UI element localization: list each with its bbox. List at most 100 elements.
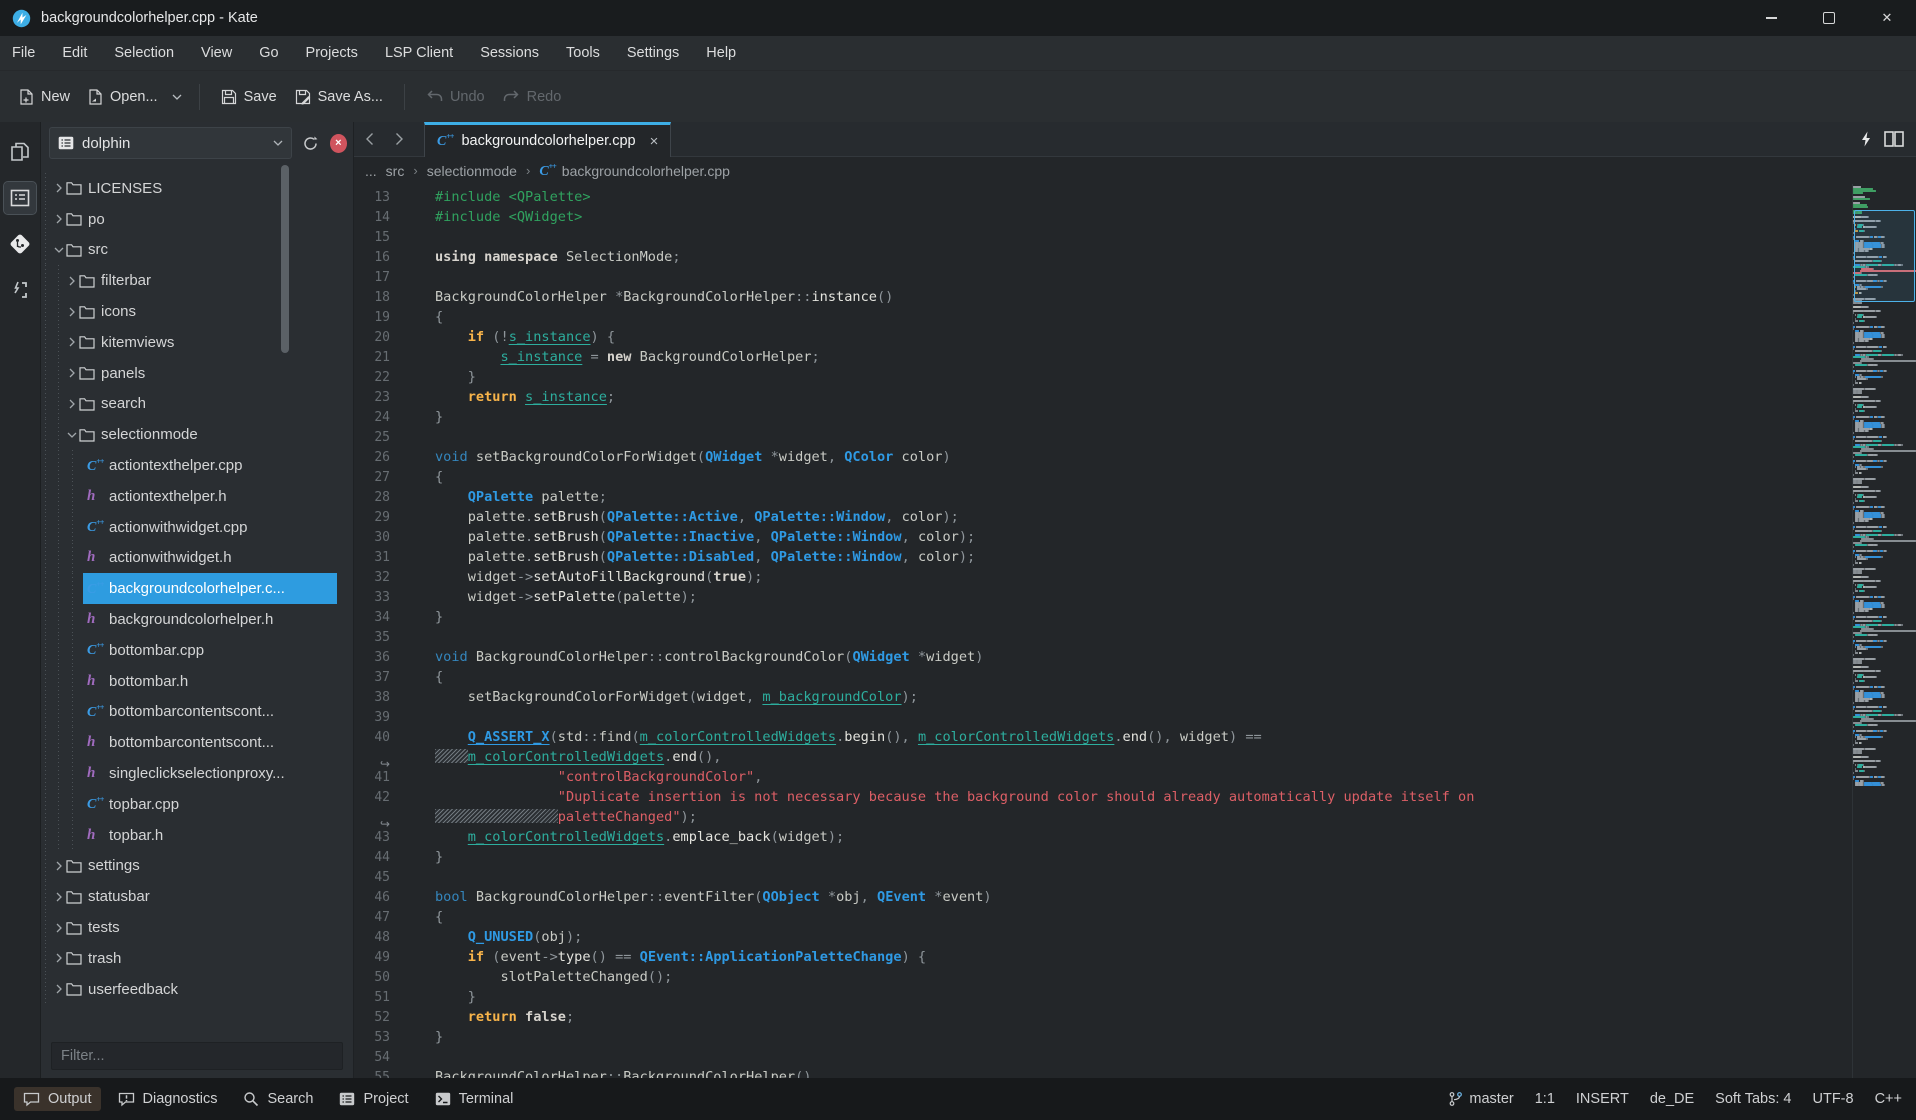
chevron-right-icon[interactable] <box>51 891 66 903</box>
tree-item-statusbar[interactable]: statusbar <box>41 881 301 912</box>
reload-project-button[interactable] <box>300 131 322 155</box>
tree-indent-guide <box>58 512 59 543</box>
tree-item-filterbar[interactable]: filterbar <box>41 265 314 296</box>
project-selector-combo[interactable]: dolphin <box>49 127 292 159</box>
input-mode-status[interactable]: INSERT <box>1576 1091 1629 1107</box>
chevron-right-icon[interactable] <box>51 860 66 872</box>
tree-item-actiontexthelper-cpp[interactable]: C++actiontexthelper.cpp <box>41 450 337 481</box>
quick-open-flash-icon[interactable] <box>1860 131 1872 147</box>
save-button[interactable]: Save <box>212 82 286 112</box>
tree-item-bottombarcontentscont[interactable]: C++bottombarcontentscont... <box>41 697 337 728</box>
git-branch-status[interactable]: master <box>1448 1091 1513 1107</box>
tree-item-backgroundcolorhelper-h[interactable]: hbackgroundcolorhelper.h <box>41 604 337 635</box>
chevron-right-icon[interactable] <box>51 952 66 964</box>
tree-item-settings[interactable]: settings <box>41 851 301 882</box>
save-as-button[interactable]: Save As... <box>286 82 392 112</box>
git-toolview-button[interactable] <box>4 228 36 260</box>
chevron-right-icon[interactable] <box>64 367 79 379</box>
chevron-right-icon[interactable] <box>64 398 79 410</box>
maximize-icon[interactable] <box>1800 0 1858 36</box>
menu-item-projects[interactable]: Projects <box>306 45 358 61</box>
redo-button[interactable]: Redo <box>494 82 571 112</box>
minimap-scrollbar[interactable] <box>1852 184 1916 1078</box>
menu-item-edit[interactable]: Edit <box>62 45 87 61</box>
split-view-icon[interactable] <box>1884 131 1904 147</box>
tree-item-po[interactable]: po <box>41 204 301 235</box>
language-status[interactable]: C++ <box>1875 1091 1902 1107</box>
tree-item-tests[interactable]: tests <box>41 912 301 943</box>
tree-item-src[interactable]: src <box>41 235 301 266</box>
open-dropdown-chevron-icon[interactable] <box>167 87 187 107</box>
tree-item-panels[interactable]: panels <box>41 358 314 389</box>
tree-item-licenses[interactable]: LICENSES <box>41 173 301 204</box>
undo-button[interactable]: Undo <box>417 82 494 112</box>
minimap-viewport[interactable] <box>1854 210 1915 302</box>
tree-item-kitemviews[interactable]: kitemviews <box>41 327 314 358</box>
toolview-toggle-search[interactable]: Search <box>234 1087 322 1111</box>
breadcrumb-item-selectionmode[interactable]: selectionmode <box>427 163 517 179</box>
breadcrumb-item-backgroundcolorhelper-cpp[interactable]: C++backgroundcolorhelper.cpp <box>539 162 730 180</box>
chevron-right-icon[interactable] <box>51 922 66 934</box>
code-view[interactable]: 13#include <QPalette>14#include <QWidget… <box>354 184 1853 1078</box>
tree-item-userfeedback[interactable]: userfeedback <box>41 974 301 1005</box>
chevron-right-icon[interactable] <box>64 306 79 318</box>
menu-item-go[interactable]: Go <box>259 45 278 61</box>
nav-back-button[interactable] <box>354 122 384 156</box>
filter-input[interactable] <box>51 1042 343 1070</box>
tree-item-actiontexthelper-h[interactable]: hactiontexthelper.h <box>41 481 337 512</box>
open-button[interactable]: Open... <box>79 82 167 112</box>
menu-item-selection[interactable]: Selection <box>114 45 174 61</box>
menu-item-help[interactable]: Help <box>706 45 736 61</box>
projects-toolview-button[interactable] <box>4 182 36 214</box>
chevron-right-icon[interactable] <box>64 275 79 287</box>
tab-mode-status[interactable]: Soft Tabs: 4 <box>1715 1091 1791 1107</box>
tree-scrollbar-thumb[interactable] <box>281 165 289 353</box>
menu-item-tools[interactable]: Tools <box>566 45 600 61</box>
tree-item-actionwithwidget-h[interactable]: hactionwithwidget.h <box>41 543 337 574</box>
chevron-down-icon[interactable] <box>51 246 66 254</box>
minimize-icon[interactable] <box>1742 0 1800 36</box>
tree-item-actionwithwidget-cpp[interactable]: C++actionwithwidget.cpp <box>41 512 337 543</box>
new-button[interactable]: New <box>10 82 79 112</box>
tree-item-singleclickselectionproxy[interactable]: hsingleclickselectionproxy... <box>41 758 337 789</box>
menu-item-sessions[interactable]: Sessions <box>480 45 539 61</box>
line-number: 14 <box>354 210 404 225</box>
menu-item-settings[interactable]: Settings <box>627 45 679 61</box>
lsp-symbols-toolview-button[interactable] <box>4 274 36 306</box>
menu-item-view[interactable]: View <box>201 45 232 61</box>
chevron-right-icon[interactable] <box>51 983 66 995</box>
toolview-toggle-output[interactable]: Output <box>14 1087 101 1111</box>
tree-item-topbar-h[interactable]: htopbar.h <box>41 820 337 851</box>
tab-close-icon[interactable]: × <box>650 133 659 150</box>
toolview-toggle-terminal[interactable]: Terminal <box>426 1087 523 1111</box>
tree-item-search[interactable]: search <box>41 389 314 420</box>
chevron-right-icon[interactable] <box>64 336 79 348</box>
menu-item-file[interactable]: File <box>12 45 35 61</box>
tree-indent-guide <box>58 697 59 728</box>
tab-backgroundcolorhelper[interactable]: C++ backgroundcolorhelper.cpp × <box>424 122 671 157</box>
breadcrumb-collapsed-button[interactable]: ... <box>365 163 377 179</box>
chevron-down-icon[interactable] <box>64 431 79 439</box>
dictionary-status[interactable]: de_DE <box>1650 1091 1694 1107</box>
tree-item-bottombar-h[interactable]: hbottombar.h <box>41 666 337 697</box>
breadcrumb-item-src[interactable]: src <box>386 163 405 179</box>
close-icon[interactable]: ✕ <box>1858 0 1916 36</box>
tree-item-icons[interactable]: icons <box>41 296 314 327</box>
chevron-right-icon[interactable] <box>51 182 66 194</box>
tree-item-backgroundcolorhelper-c[interactable]: C++backgroundcolorhelper.c... <box>41 573 337 604</box>
tree-item-bottombarcontentscont[interactable]: hbottombarcontentscont... <box>41 727 337 758</box>
toolview-toggle-diagnostics[interactable]: Diagnostics <box>109 1087 227 1111</box>
tree-item-bottombar-cpp[interactable]: C++bottombar.cpp <box>41 635 337 666</box>
editor-area[interactable]: 13#include <QPalette>14#include <QWidget… <box>354 184 1916 1078</box>
close-project-button[interactable]: × <box>330 134 347 153</box>
menu-item-lsp-client[interactable]: LSP Client <box>385 45 453 61</box>
nav-forward-button[interactable] <box>384 122 414 156</box>
tree-item-trash[interactable]: trash <box>41 943 301 974</box>
chevron-right-icon[interactable] <box>51 213 66 225</box>
encoding-status[interactable]: UTF-8 <box>1812 1091 1853 1107</box>
tree-item-selectionmode[interactable]: selectionmode <box>41 419 314 450</box>
toolview-toggle-project[interactable]: Project <box>330 1087 417 1111</box>
tree-item-topbar-cpp[interactable]: C++topbar.cpp <box>41 789 337 820</box>
documents-toolview-button[interactable] <box>4 136 36 168</box>
cursor-position-status[interactable]: 1:1 <box>1535 1091 1555 1107</box>
